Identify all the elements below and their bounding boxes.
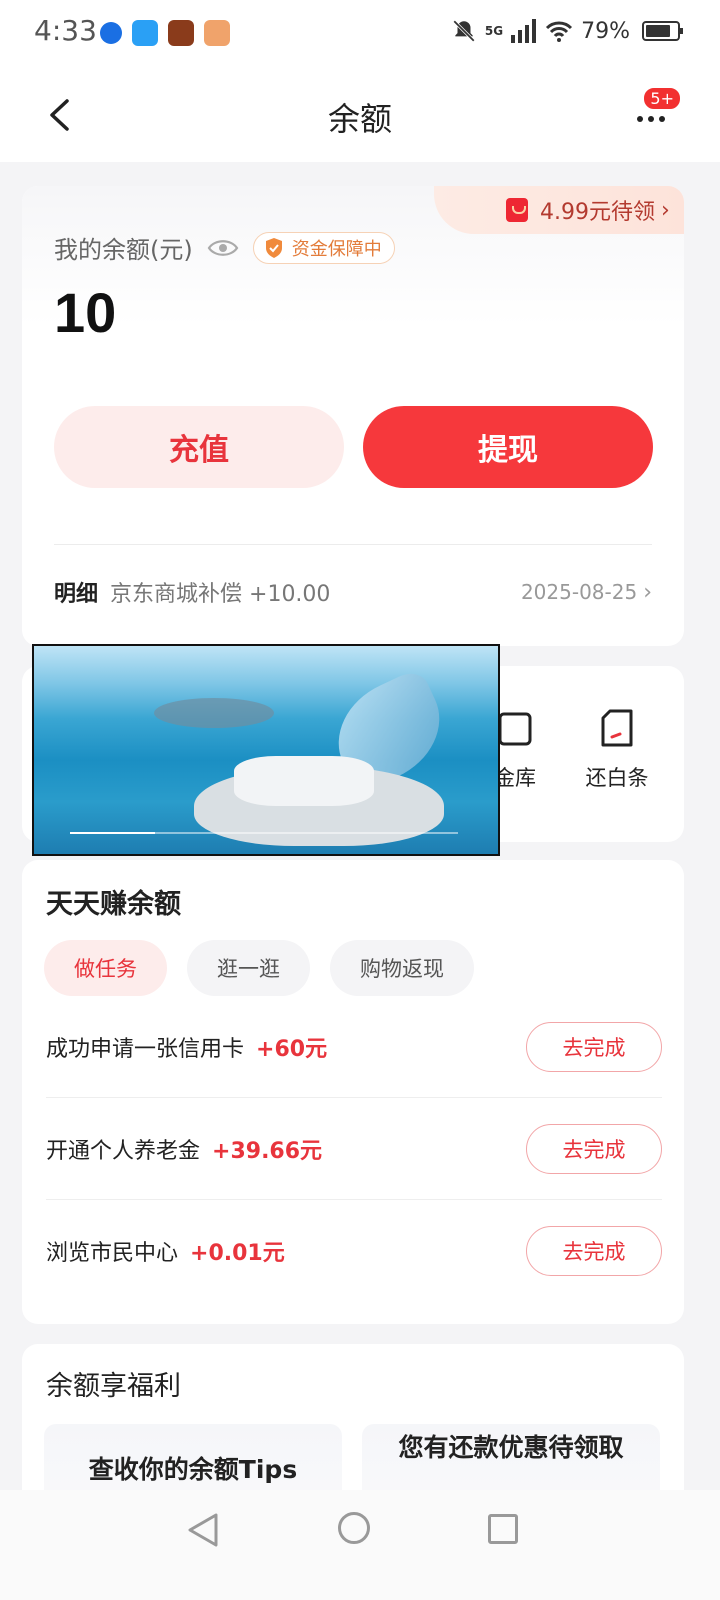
video-scene (234, 756, 374, 806)
task-name: 成功申请一张信用卡 (46, 1037, 245, 1062)
earn-section-title: 天天赚余额 (46, 889, 181, 920)
service-item-repay[interactable]: 还白条 (562, 708, 672, 792)
tab-browse[interactable]: 逛一逛 (187, 940, 310, 996)
benefit-text: 查收你的余额Tips (88, 1455, 298, 1484)
tab-tasks[interactable]: 做任务 (44, 940, 167, 996)
signal-icon (511, 19, 537, 43)
status-indicators: 5G 79% (451, 18, 683, 44)
fund-safety-badge[interactable]: 资金保障中 (252, 231, 395, 264)
eye-icon[interactable] (207, 237, 239, 259)
red-envelope-icon (506, 198, 528, 222)
system-nav-bar (0, 1490, 720, 1600)
detail-description: 京东商城补偿 +10.00 (110, 582, 331, 607)
benefits-section-title: 余额享福利 (46, 1371, 181, 1402)
chevron-right-icon: › (643, 579, 652, 605)
task-reward: +60元 (256, 1037, 328, 1062)
wifi-icon (546, 21, 573, 42)
system-home-icon[interactable] (338, 1512, 370, 1544)
transaction-detail-row[interactable]: 明细 京东商城补偿 +10.00 2025-08-25 › (54, 576, 652, 608)
balance-label-row: 我的余额(元) 资金保障中 (54, 230, 395, 265)
divider (54, 544, 652, 545)
chat-app-icon (204, 20, 230, 46)
message-app-icon (132, 20, 158, 46)
status-time: 4:33 (34, 14, 97, 47)
redpack-banner[interactable]: 4.99元待领 › (434, 186, 684, 234)
video-scene (154, 698, 274, 728)
earn-balance-card: 天天赚余额 做任务 逛一逛 购物返现 成功申请一张信用卡 +60元 去完成 开通… (22, 860, 684, 1324)
redpack-text: 4.99元待领 (540, 200, 655, 225)
battery-percent: 79% (581, 18, 630, 44)
app-notification-icon (100, 22, 122, 44)
more-dots-icon (637, 116, 643, 122)
more-dot (659, 116, 665, 122)
withdraw-button[interactable]: 提现 (363, 406, 653, 488)
balance-card: 4.99元待领 › 我的余额(元) 资金保障中 10 充值 提现 明细 京东商城… (22, 186, 684, 646)
shield-icon (265, 237, 282, 258)
task-reward: +39.66元 (212, 1139, 323, 1164)
chevron-right-icon: › (661, 197, 670, 223)
repay-icon (601, 709, 633, 747)
balance-amount: 10 (54, 281, 117, 344)
recharge-button[interactable]: 充值 (54, 406, 344, 488)
vault-icon (498, 712, 532, 746)
task-name: 开通个人养老金 (46, 1139, 201, 1164)
game-app-icon (168, 20, 194, 46)
service-label: 还白条 (585, 766, 649, 790)
more-dot (648, 116, 654, 122)
page-title: 余额 (327, 100, 392, 138)
video-progress-bar[interactable] (70, 832, 458, 834)
task-name: 浏览市民中心 (46, 1241, 179, 1266)
mute-bell-icon (452, 20, 475, 42)
balance-label: 我的余额(元) (54, 236, 193, 264)
status-bar: 4:33 5G 79% (0, 0, 720, 70)
benefit-text: 您有还款优惠待领取 (398, 1433, 624, 1462)
task-row: 成功申请一张信用卡 +60元 去完成 (46, 996, 662, 1098)
network-label: 5G (484, 24, 504, 38)
fund-safety-text: 资金保障中 (291, 238, 382, 260)
complete-task-button[interactable]: 去完成 (526, 1124, 662, 1174)
task-row: 开通个人养老金 +39.66元 去完成 (46, 1098, 662, 1200)
task-row: 浏览市民中心 +0.01元 去完成 (46, 1200, 662, 1302)
complete-task-button[interactable]: 去完成 (526, 1022, 662, 1072)
task-reward: +0.01元 (190, 1241, 285, 1266)
tab-cashback[interactable]: 购物返现 (330, 940, 474, 996)
floating-video-player[interactable] (32, 644, 500, 856)
battery-icon (642, 21, 683, 41)
header: 余额 5+ (0, 70, 720, 162)
system-back-icon[interactable] (186, 1512, 220, 1548)
detail-date: 2025-08-25 (520, 580, 638, 604)
detail-label: 明细 (54, 582, 99, 607)
system-recents-icon[interactable] (488, 1514, 518, 1544)
status-app-icons (100, 20, 230, 46)
complete-task-button[interactable]: 去完成 (526, 1226, 662, 1276)
earn-tabs: 做任务 逛一逛 购物返现 (44, 940, 474, 996)
notification-badge: 5+ (642, 86, 682, 111)
